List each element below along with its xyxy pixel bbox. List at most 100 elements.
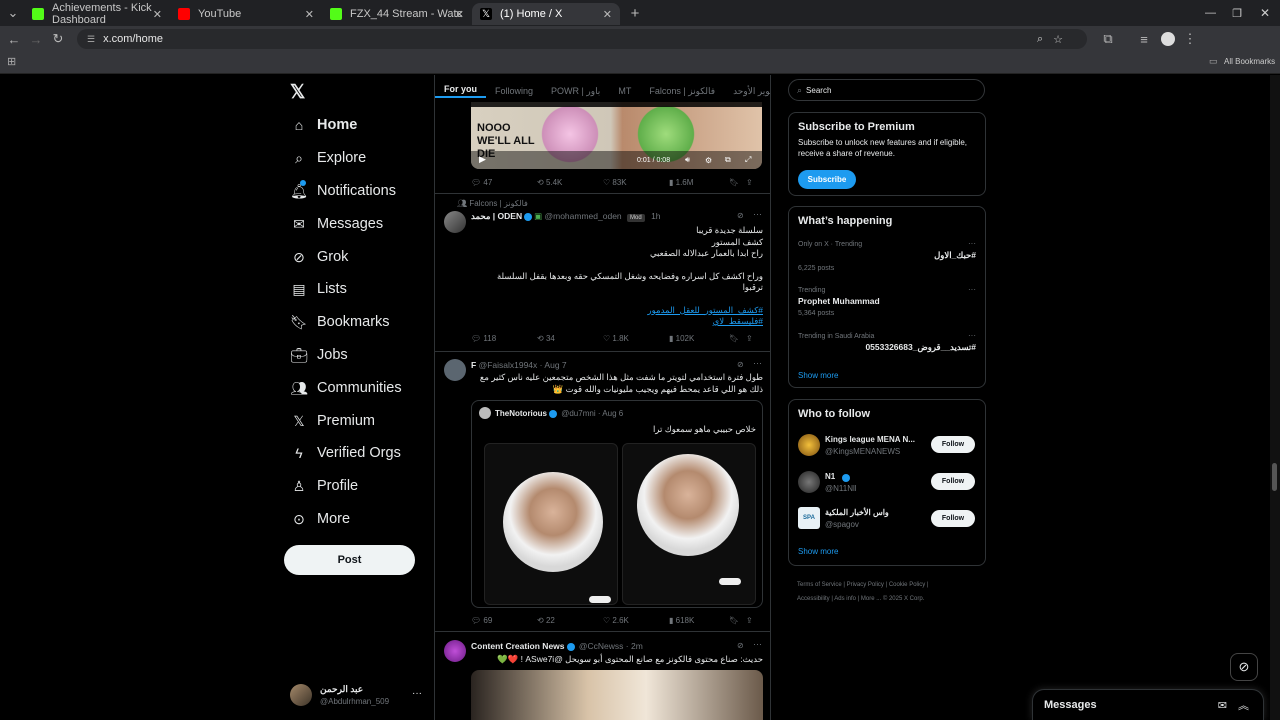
url-bar[interactable]: ☰ x.com/home ⌕ ☆ bbox=[77, 29, 1087, 49]
tweet-time[interactable]: 2m bbox=[631, 641, 643, 651]
bookmark-icon[interactable]: 🔖︎ bbox=[729, 178, 746, 187]
more-icon[interactable]: ··· bbox=[968, 285, 976, 294]
expand-icon[interactable]: ︽ bbox=[1238, 697, 1249, 713]
follow-button[interactable]: Follow bbox=[931, 473, 975, 490]
more-icon[interactable]: ··· bbox=[968, 239, 976, 248]
maximize-icon[interactable]: ❐ bbox=[1232, 7, 1242, 20]
views-button[interactable]: ▮ 102K bbox=[669, 334, 729, 343]
footer-link[interactable]: Ads info bbox=[834, 596, 856, 602]
page-scrollbar[interactable] bbox=[1270, 75, 1280, 720]
nav-item-grok[interactable]: ⊘ Grok bbox=[291, 249, 348, 266]
follow-button[interactable]: Follow bbox=[931, 510, 975, 527]
quoted-tweet[interactable]: TheNotorious @du7mni · Aug 6 خلاص حبيبي … bbox=[471, 400, 763, 608]
new-tab-button[interactable]: + bbox=[624, 5, 646, 22]
avatar[interactable] bbox=[444, 211, 466, 233]
footer-link[interactable]: More ... bbox=[861, 596, 881, 602]
show-more-link[interactable]: Show more bbox=[798, 371, 838, 380]
account-switcher[interactable]: عبد الرحمن @Abdulrhman_509 ··· bbox=[290, 682, 430, 712]
repost-button[interactable]: ⟲ 22 bbox=[537, 616, 603, 625]
subscribe-button[interactable]: Subscribe bbox=[798, 170, 856, 189]
views-button[interactable]: ▮ 1.6M bbox=[669, 178, 729, 187]
video-controls[interactable] bbox=[471, 151, 762, 169]
nav-item-communities[interactable]: 👥︎ Communities bbox=[290, 380, 402, 397]
share-icon[interactable]: ⇪ bbox=[746, 178, 753, 187]
back-icon[interactable]: ← bbox=[3, 32, 25, 47]
tweet-time[interactable]: 1h bbox=[651, 211, 660, 221]
avatar[interactable] bbox=[444, 359, 466, 381]
footer-link[interactable]: Terms of Service bbox=[797, 582, 842, 588]
menu-icon[interactable]: ≡ bbox=[1133, 32, 1155, 47]
like-button[interactable]: ♡ 1.8K bbox=[603, 334, 669, 343]
extensions-icon[interactable]: ⧉ bbox=[1097, 31, 1119, 47]
footer-link[interactable]: Accessibility bbox=[797, 596, 830, 602]
views-button[interactable]: ▮ 618K bbox=[669, 616, 729, 625]
grok-floating-button[interactable]: ⊘ bbox=[1230, 653, 1258, 681]
more-icon[interactable]: ··· bbox=[753, 639, 762, 649]
settings-icon[interactable]: ⚙ bbox=[705, 156, 712, 165]
grok-icon[interactable]: ⊘ bbox=[737, 641, 744, 650]
nav-item-bookmarks[interactable]: 🔖︎ Bookmarks bbox=[290, 314, 389, 331]
site-info-icon[interactable]: ☰ bbox=[87, 34, 95, 45]
tab-falcons[interactable]: Falcons | فالكونز bbox=[640, 86, 724, 97]
tweet-media[interactable] bbox=[471, 670, 763, 720]
messages-drawer[interactable]: Messages ✉ ︽ bbox=[1032, 689, 1264, 720]
repost-button[interactable]: ⟲ 5.4K bbox=[537, 178, 603, 187]
x-logo-icon[interactable]: 𝕏 bbox=[290, 81, 305, 104]
reply-button[interactable]: 💬︎ 69 bbox=[471, 616, 537, 625]
all-bookmarks-link[interactable]: All Bookmarks bbox=[1224, 57, 1275, 66]
close-tab-icon[interactable]: ✕ bbox=[455, 8, 464, 21]
browser-tab[interactable]: FZX_44 Stream - Watch Live on ✕ bbox=[322, 3, 472, 25]
repost-button[interactable]: ⟲ 34 bbox=[537, 334, 603, 343]
nav-item-notifications[interactable]: 🔔︎ Notifications bbox=[290, 180, 396, 199]
grok-icon[interactable]: ⊘ bbox=[737, 211, 744, 220]
tab-following[interactable]: Following bbox=[486, 86, 542, 96]
forward-icon[interactable]: → bbox=[25, 32, 47, 47]
minimize-icon[interactable]: — bbox=[1205, 7, 1216, 19]
nav-item-home[interactable]: ⌂ Home bbox=[291, 117, 358, 133]
tab-extra[interactable]: موير الأوحد bbox=[724, 86, 770, 97]
tab-powr[interactable]: POWR | باور bbox=[542, 86, 609, 97]
more-icon[interactable]: ··· bbox=[753, 358, 762, 368]
nav-item-more[interactable]: ⊙ More bbox=[291, 511, 350, 528]
like-button[interactable]: ♡ 83K bbox=[603, 178, 669, 187]
apps-icon[interactable]: ⊞ bbox=[7, 55, 16, 68]
search-input[interactable]: ⌕ Search bbox=[788, 79, 985, 101]
follow-button[interactable]: Follow bbox=[931, 436, 975, 453]
pip-icon[interactable]: ⧉ bbox=[725, 155, 731, 165]
avatar[interactable] bbox=[444, 640, 466, 662]
footer-link[interactable]: Cookie Policy bbox=[889, 582, 925, 588]
play-icon[interactable]: ▶ bbox=[479, 154, 486, 165]
tab-for-you[interactable]: For you bbox=[435, 84, 486, 98]
kebab-menu-icon[interactable]: ⋮ bbox=[1179, 31, 1201, 47]
reply-button[interactable]: 💬︎ 118 bbox=[471, 334, 537, 343]
zoom-icon[interactable]: ⌕ bbox=[1037, 33, 1043, 46]
nav-item-verified-orgs[interactable]: ϟ Verified Orgs bbox=[291, 445, 401, 461]
nav-item-explore[interactable]: ⌕ Explore bbox=[291, 150, 366, 167]
nav-item-jobs[interactable]: 💼︎ Jobs bbox=[290, 347, 348, 364]
fullscreen-icon[interactable]: ⤢ bbox=[745, 155, 751, 165]
scrollbar-thumb[interactable] bbox=[1272, 463, 1277, 491]
reload-icon[interactable]: ↻ bbox=[47, 31, 69, 47]
bookmark-icon[interactable]: 🔖︎ bbox=[729, 616, 746, 625]
close-tab-icon[interactable]: ✕ bbox=[153, 8, 162, 21]
close-tab-icon[interactable]: ✕ bbox=[603, 8, 612, 21]
volume-icon[interactable]: 🔊︎ bbox=[685, 155, 690, 165]
more-icon[interactable]: ··· bbox=[968, 331, 976, 340]
footer-link[interactable]: Privacy Policy bbox=[847, 582, 884, 588]
like-button[interactable]: ♡ 2.6K bbox=[603, 616, 669, 625]
author-handle[interactable]: @mohammed_oden bbox=[545, 211, 622, 221]
tweet-media[interactable]: NOOO WE'LL ALL DIE ▶ 0:01 / 0:08 🔊︎ ⚙ ⧉ … bbox=[471, 102, 762, 169]
star-icon[interactable]: ☆ bbox=[1053, 33, 1063, 46]
browser-tab[interactable]: Achievements - Kick Dashboard ✕ bbox=[24, 2, 170, 26]
author-handle[interactable]: @Faisalx1994x bbox=[479, 360, 538, 370]
tab-mt[interactable]: MT bbox=[609, 86, 640, 96]
browser-tab-active[interactable]: 𝕏 (1) Home / X ✕ bbox=[472, 3, 620, 25]
trend-item[interactable]: Only on X · Trending #حبك_الاول 6,225 po… bbox=[798, 239, 976, 277]
nav-item-premium[interactable]: 𝕏 Premium bbox=[291, 413, 375, 430]
author-name[interactable]: Content Creation News bbox=[471, 641, 565, 651]
more-icon[interactable]: ··· bbox=[412, 688, 422, 699]
show-more-link[interactable]: Show more bbox=[798, 547, 838, 556]
share-icon[interactable]: ⇪ bbox=[746, 616, 753, 625]
browser-tab[interactable]: YouTube ✕ bbox=[170, 3, 322, 25]
reply-button[interactable]: 💬︎ 47 bbox=[471, 178, 537, 187]
